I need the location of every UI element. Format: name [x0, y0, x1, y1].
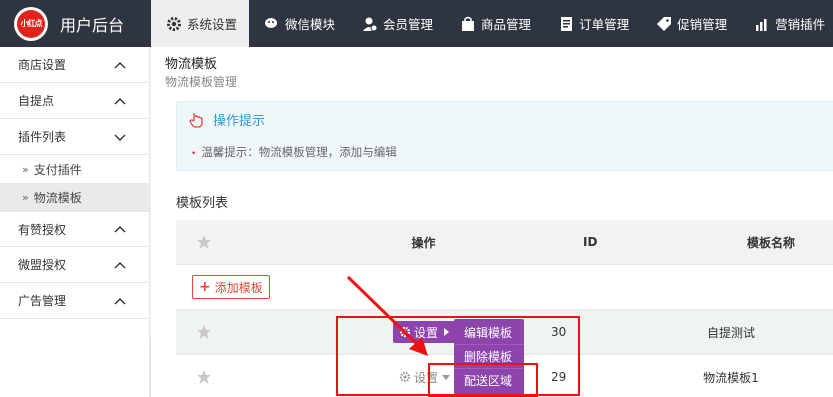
- top-bar: 小红点 用户后台 系统设置 微信模块 会员管理 商品管理 订单管理 促销管理 营…: [0, 0, 833, 47]
- wechat-icon: [263, 15, 281, 33]
- annotation-highlight-box-small: [428, 363, 538, 397]
- page-subtitle: 物流模板管理: [165, 75, 238, 89]
- plus-icon: +: [199, 279, 211, 295]
- topnav-label: 微信模块: [285, 17, 336, 32]
- sidebar: 商店设置 自提点 插件列表 » 支付插件 » 物流模板 有赞授权 微盟授权 广告…: [0, 47, 150, 397]
- hand-pointer-icon: [189, 112, 203, 128]
- bullet-icon: •: [191, 149, 197, 159]
- gear-icon: [165, 15, 183, 33]
- chevron-up-icon: [114, 261, 126, 268]
- sidebar-item-weimob[interactable]: 微盟授权: [0, 247, 149, 283]
- sidebar-item-label: 微盟授权: [18, 258, 67, 272]
- topnav-label: 订单管理: [579, 17, 630, 32]
- sidebar-item-pickup[interactable]: 自提点: [0, 83, 149, 119]
- sidebar-subitem-logistics[interactable]: » 物流模板: [0, 183, 149, 211]
- header-name[interactable]: 模板名称: [701, 234, 833, 251]
- add-template-button[interactable]: + 添加模板: [192, 275, 270, 299]
- topnav-members[interactable]: 会员管理: [347, 0, 445, 47]
- list-title: 模板列表: [176, 196, 229, 211]
- sidebar-item-label: 自提点: [18, 94, 55, 108]
- hint-text: 温馨提示：物流模板管理，添加与编辑: [201, 145, 397, 159]
- topnav-marketing[interactable]: 营销插件: [739, 0, 833, 47]
- sidebar-subitem-label: 物流模板: [33, 190, 82, 205]
- table-header: 操作 ID 模板名称: [176, 220, 833, 265]
- logo: 小红点: [14, 6, 48, 41]
- logo-text: 小红点: [17, 9, 45, 38]
- add-row: + 添加模板: [176, 265, 833, 310]
- chevron-up-icon: [114, 297, 126, 304]
- topnav-label: 商品管理: [481, 17, 532, 32]
- brand-title: 用户后台: [60, 15, 125, 35]
- header-action: 操作: [411, 235, 436, 250]
- double-chevron-icon: »: [22, 190, 29, 204]
- star-icon[interactable]: [196, 234, 212, 250]
- order-icon: [557, 15, 575, 33]
- member-icon: [361, 15, 379, 33]
- page-title: 物流模板: [165, 57, 218, 72]
- name-cell: 自提测试: [706, 325, 755, 340]
- tag-icon: [655, 15, 673, 33]
- double-chevron-icon: »: [22, 162, 29, 176]
- bag-icon: [459, 15, 477, 33]
- topnav-orders[interactable]: 订单管理: [543, 0, 641, 47]
- chart-icon: [753, 15, 771, 33]
- chevron-up-icon: [114, 97, 126, 104]
- sidebar-item-label: 商店设置: [18, 58, 67, 72]
- sidebar-item-plugins[interactable]: 插件列表: [0, 119, 149, 155]
- sidebar-item-label: 插件列表: [18, 130, 67, 144]
- chevron-down-icon: [114, 134, 126, 141]
- sidebar-item-label: 广告管理: [18, 294, 67, 308]
- top-nav: 系统设置 微信模块 会员管理 商品管理 订单管理 促销管理 营销插件: [151, 0, 833, 47]
- sidebar-subitem-label: 支付插件: [33, 162, 82, 177]
- hint-panel: 操作提示 • 温馨提示：物流模板管理，添加与编辑: [176, 101, 833, 171]
- sidebar-item-ads[interactable]: 广告管理: [0, 283, 149, 319]
- topnav-promotions[interactable]: 促销管理: [641, 0, 739, 47]
- topnav-label: 营销插件: [775, 17, 826, 32]
- row-star-cell: [176, 324, 231, 340]
- topnav-system-settings[interactable]: 系统设置: [151, 0, 250, 47]
- sidebar-item-shop-settings[interactable]: 商店设置: [0, 47, 149, 83]
- topnav-wechat[interactable]: 微信模块: [249, 0, 347, 47]
- star-icon[interactable]: [196, 324, 212, 340]
- header-star-cell: [176, 234, 231, 250]
- sidebar-item-label: 有赞授权: [18, 222, 67, 237]
- star-icon[interactable]: [196, 369, 212, 385]
- hint-header[interactable]: 操作提示: [187, 110, 265, 129]
- add-template-label: 添加模板: [214, 280, 263, 295]
- chevron-up-icon: [114, 61, 126, 68]
- sidebar-item-youzan[interactable]: 有赞授权: [0, 211, 149, 247]
- topnav-label: 促销管理: [677, 17, 728, 32]
- hint-title: 操作提示: [213, 114, 266, 129]
- topnav-label: 系统设置: [187, 17, 238, 32]
- chevron-up-icon: [114, 226, 126, 233]
- sidebar-subitem-payment[interactable]: » 支付插件: [0, 155, 149, 183]
- brand[interactable]: 小红点 用户后台: [0, 0, 150, 47]
- topnav-label: 会员管理: [383, 17, 434, 32]
- row-star-cell: [176, 369, 231, 385]
- name-cell: 物流模板1: [703, 370, 759, 385]
- hint-text-line: • 温馨提示：物流模板管理，添加与编辑: [191, 144, 397, 160]
- topnav-products[interactable]: 商品管理: [445, 0, 543, 47]
